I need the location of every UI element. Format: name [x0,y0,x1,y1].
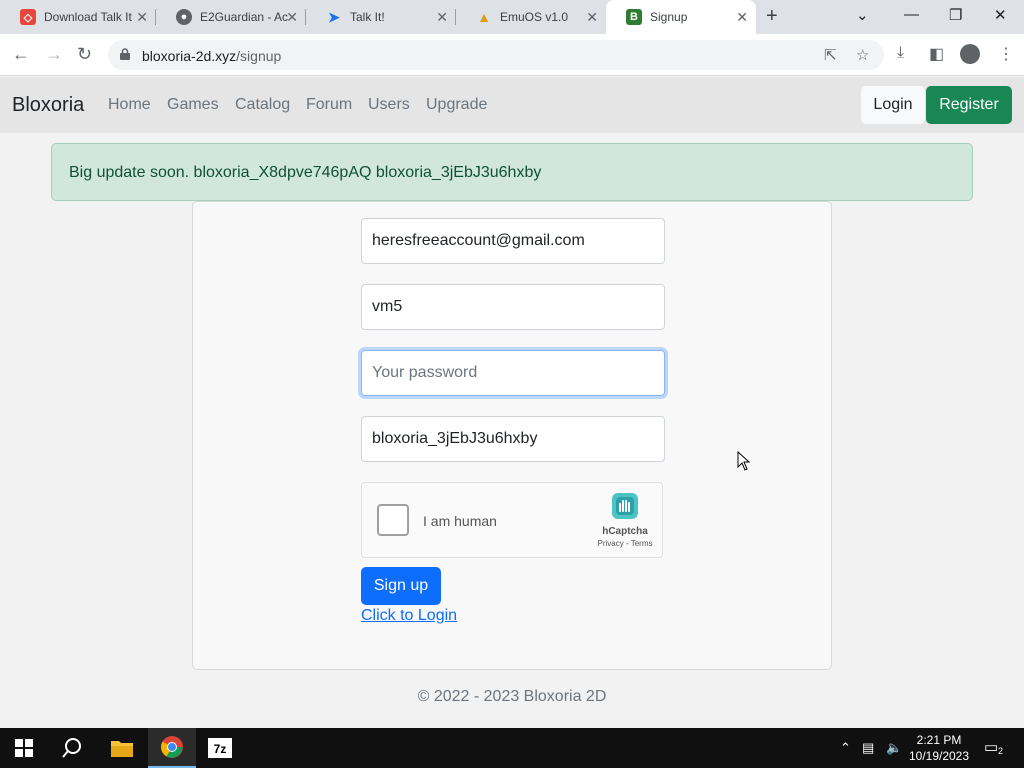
signup-button[interactable]: Sign up [361,567,441,605]
globe-icon: ● [176,9,192,25]
file-explorer-button[interactable] [98,728,146,768]
nav-catalog[interactable]: Catalog [235,96,290,114]
site-brand[interactable]: Bloxoria [12,94,84,117]
close-tab-icon[interactable]: ✕ [436,10,448,24]
share-icon[interactable]: ⇱ [824,46,837,64]
volume-muted-icon[interactable]: 🔈 [886,740,902,756]
tab-talk-it[interactable]: ➤ Talk It! ✕ [306,0,456,34]
svg-text:7z: 7z [214,742,227,756]
talkit-bubble-icon: ➤ [328,8,340,25]
hcaptcha-widget: I am human hCaptcha Privacy - Terms [361,482,663,558]
notification-count: 2 [998,746,1004,756]
email-field[interactable] [361,218,665,264]
browser-tab-strip: ◇ Download Talk It! ✕ ● E2Guardian - Ac … [0,0,1024,34]
lock-icon [120,48,130,60]
browser-toolbar: ← → ↻ bloxoria-2d.xyz/signup ⇱ ☆ ⤓ ◧ ⋮ [0,34,1024,76]
tab-e2guardian[interactable]: ● E2Guardian - Ac ✕ [156,0,306,34]
talkit-icon: ◇ [20,9,36,25]
close-tab-icon[interactable]: ✕ [136,10,148,24]
minimize-icon[interactable]: — [904,6,919,23]
search-icon [62,738,81,758]
back-icon[interactable]: ← [12,44,30,64]
address-bar[interactable]: bloxoria-2d.xyz/signup ⇱ ☆ [108,40,884,70]
close-window-icon[interactable]: ✕ [994,6,1007,24]
nav-upgrade[interactable]: Upgrade [426,96,487,114]
announcement-alert: Big update soon. bloxoria_X8dpve746pAQ b… [51,143,973,201]
bloxoria-b-icon: B [626,9,642,25]
network-icon[interactable]: ▤ [862,740,874,756]
windows-logo-icon [15,739,33,757]
notification-center-icon[interactable]: ▭ [984,738,998,756]
7zip-icon: 7z [208,738,232,758]
invite-key-field[interactable] [361,416,665,462]
password-field[interactable] [361,350,665,396]
show-hidden-icons-icon[interactable]: ⌃ [840,740,851,756]
forward-icon[interactable]: → [45,44,63,64]
tab-search-chevron-icon[interactable]: ⌄ [856,6,869,24]
site-navbar: Bloxoria Home Games Catalog Forum Users … [0,77,1024,133]
login-button[interactable]: Login [861,86,925,124]
tab-emuos[interactable]: ▲ EmuOS v1.0 ✕ [456,0,606,34]
nav-users[interactable]: Users [368,96,410,114]
signup-card: I am human hCaptcha Privacy - Terms Sign… [192,201,832,670]
system-clock[interactable]: 2:21 PM 10/19/2023 [906,732,972,764]
tab-signup[interactable]: B Signup ✕ [606,0,756,34]
restore-icon[interactable]: ❐ [949,6,962,24]
chrome-taskbar-button[interactable] [148,728,196,768]
captcha-brand: hCaptcha [602,526,648,537]
register-button[interactable]: Register [926,86,1012,124]
captcha-label: I am human [423,513,497,529]
captcha-checkbox[interactable] [377,504,409,536]
folder-icon [111,741,133,757]
chrome-icon [161,736,183,758]
bookmark-star-icon[interactable]: ☆ [856,46,869,64]
tab-download-talk-it[interactable]: ◇ Download Talk It! ✕ [0,0,156,34]
username-field[interactable] [361,284,665,330]
new-tab-icon[interactable]: + [766,5,778,28]
nav-forum[interactable]: Forum [306,96,352,114]
hcaptcha-logo-icon [612,493,638,519]
start-button[interactable] [0,728,48,768]
profile-avatar-icon[interactable] [960,44,980,64]
login-link[interactable]: Click to Login [361,607,457,625]
nav-home[interactable]: Home [108,96,151,114]
reload-icon[interactable]: ↻ [77,44,92,64]
emuos-icon: ▲ [477,9,491,25]
search-button[interactable] [48,728,96,768]
side-panel-icon[interactable]: ◧ [929,44,944,64]
7zip-button[interactable]: 7z [196,728,244,768]
close-tab-icon[interactable]: ✕ [286,10,298,24]
mouse-cursor-icon [737,451,751,471]
url-text: bloxoria-2d.xyz/signup [142,48,282,64]
close-tab-icon[interactable]: ✕ [736,10,748,24]
site-footer: © 2022 - 2023 Bloxoria 2D [417,688,607,705]
windows-taskbar: 7z ⌃ ▤ 🔈 2:21 PM 10/19/2023 ▭ 2 [0,728,1024,768]
captcha-links[interactable]: Privacy - Terms [590,539,660,548]
download-icon[interactable]: ⤓ [897,44,904,62]
close-tab-icon[interactable]: ✕ [586,10,598,24]
menu-dots-icon[interactable]: ⋮ [998,44,1014,64]
nav-games[interactable]: Games [167,96,219,114]
web-page: Bloxoria Home Games Catalog Forum Users … [0,77,1024,728]
